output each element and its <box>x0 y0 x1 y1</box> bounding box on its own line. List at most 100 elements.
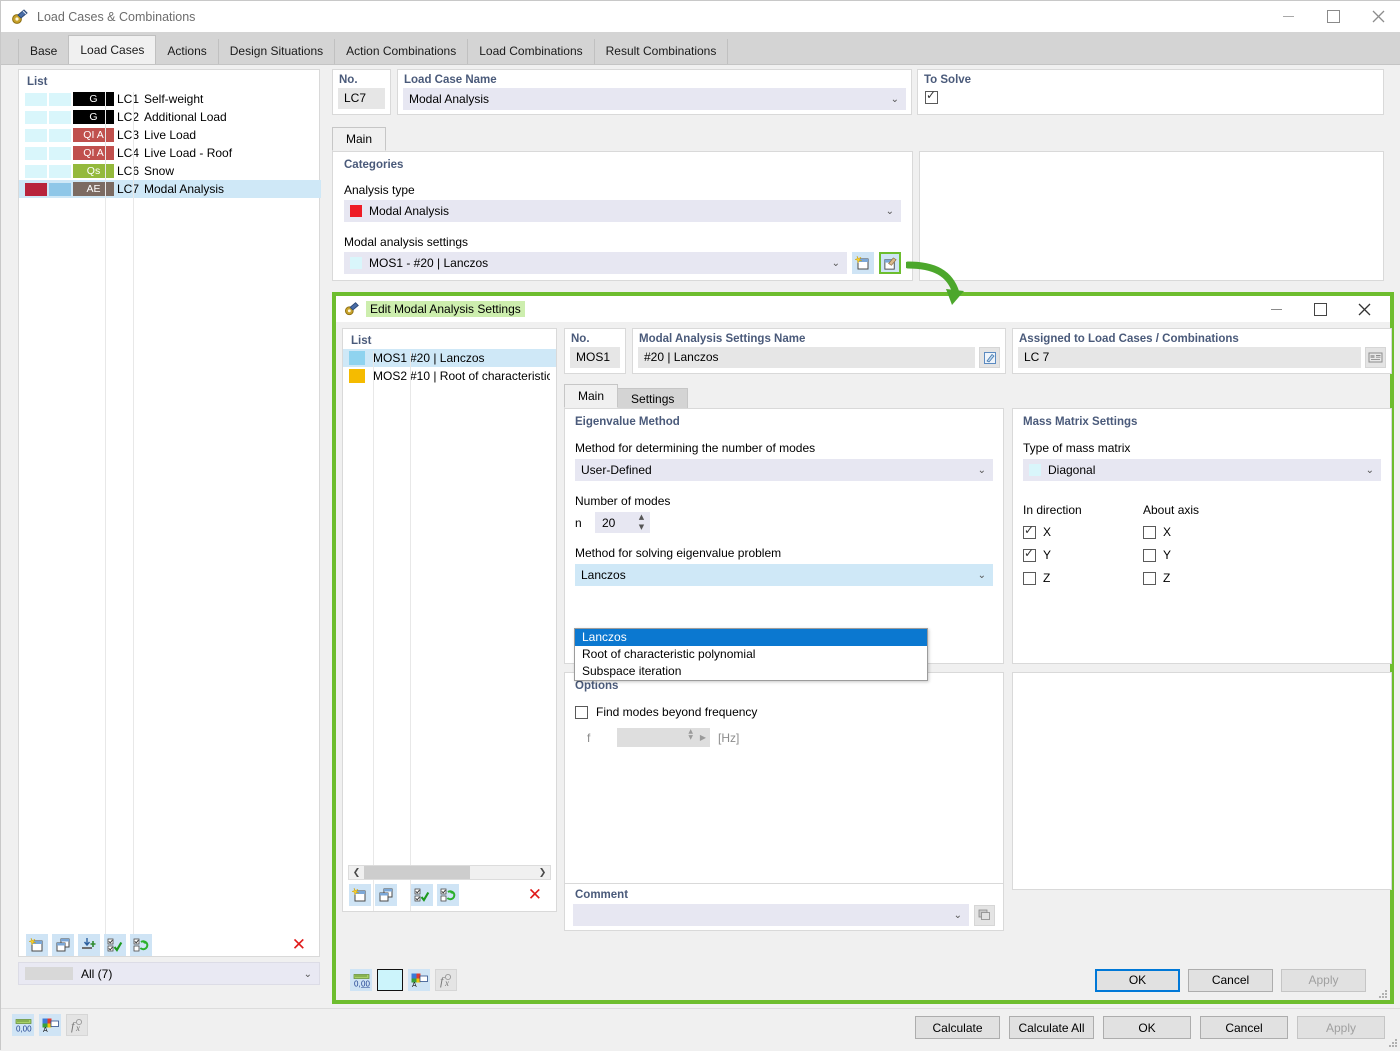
horizontal-scrollbar[interactable]: ❮ ❯ <box>348 865 551 880</box>
new-settings-icon[interactable] <box>852 252 874 274</box>
stepper-arrows[interactable]: ▲▼ <box>637 514 646 531</box>
method-modes-combo[interactable]: User-Defined ⌄ <box>575 459 993 481</box>
table-row[interactable]: G LC1 Self-weight <box>25 90 319 108</box>
render-icon[interactable]: A <box>408 969 430 991</box>
scrollbar-track[interactable] <box>364 866 535 879</box>
ok-button[interactable]: OK <box>1095 969 1180 992</box>
dropdown-option-lanczos[interactable]: Lanczos <box>575 629 927 646</box>
solve-method-dropdown-list[interactable]: Lanczos Root of characteristic polynomia… <box>574 628 928 681</box>
dialog-preview-panel <box>1012 672 1392 890</box>
in-direction-z-checkbox[interactable] <box>1023 572 1036 585</box>
chevron-down-icon: ⌄ <box>886 200 894 222</box>
load-case-name-input[interactable]: Modal Analysis ⌄ <box>403 88 906 110</box>
ok-button[interactable]: OK <box>1103 1016 1191 1039</box>
filter-value: All (7) <box>81 967 112 981</box>
check-all-icon[interactable] <box>104 934 126 956</box>
comment-library-icon[interactable] <box>974 905 995 926</box>
tab-settings[interactable]: Settings <box>617 388 688 408</box>
tab-main[interactable]: Main <box>332 127 386 151</box>
formula-icon[interactable]: f x <box>435 969 457 991</box>
tab-load-cases[interactable]: Load Cases <box>68 35 156 64</box>
svg-text:0,00: 0,00 <box>16 1024 32 1033</box>
type-of-mass-matrix-combo[interactable]: Diagonal ⌄ <box>1023 459 1381 481</box>
dialog-minimize-button[interactable] <box>1254 296 1298 322</box>
refresh-icon[interactable] <box>130 934 152 956</box>
window-resize-handle[interactable] <box>1387 1037 1397 1047</box>
cancel-button[interactable]: Cancel <box>1188 969 1273 992</box>
about-axis-z-checkbox[interactable] <box>1143 572 1156 585</box>
main-window-title: Load Cases & Combinations <box>37 10 195 24</box>
mos-no-label: No. <box>571 333 625 345</box>
dropdown-option-root-polynomial[interactable]: Root of characteristic polynomial <box>575 646 927 663</box>
dialog-maximize-button[interactable] <box>1298 296 1342 322</box>
scrollbar-thumb[interactable] <box>364 866 470 879</box>
list-item-selected[interactable]: MOS1 #20 | Lanczos <box>343 349 556 367</box>
edit-settings-icon[interactable] <box>879 252 901 274</box>
modal-settings-combo[interactable]: MOS1 - #20 | Lanczos ⌄ <box>344 252 847 274</box>
about-axis-label: About axis <box>1143 503 1199 517</box>
list-filter-combo[interactable]: All (7) ⌄ <box>18 962 320 985</box>
delete-icon[interactable]: ✕ <box>292 937 306 954</box>
load-case-rows: G LC1 Self-weight G LC2 Additional Load … <box>19 90 319 198</box>
list-item[interactable]: MOS2 #10 | Root of characteristic p <box>343 367 556 385</box>
calculate-all-button[interactable]: Calculate All <box>1009 1016 1094 1039</box>
minimize-button[interactable] <box>1266 1 1311 32</box>
new-icon[interactable] <box>26 934 48 956</box>
green-arrow-annotation <box>906 259 968 307</box>
scroll-right-icon[interactable]: ❯ <box>535 868 550 878</box>
calculate-button[interactable]: Calculate <box>915 1016 1000 1039</box>
in-direction-y-checkbox[interactable] <box>1023 549 1036 562</box>
close-icon[interactable] <box>1356 1 1400 32</box>
row-color-swatch-2 <box>49 93 71 106</box>
delete-icon[interactable]: ✕ <box>528 887 542 904</box>
about-axis-y-checkbox[interactable] <box>1143 549 1156 562</box>
category-badge: QI A <box>73 128 114 142</box>
table-row-selected[interactable]: AE LC7 Modal Analysis <box>19 180 321 198</box>
formula-icon[interactable]: f x <box>66 1014 88 1036</box>
rename-icon[interactable] <box>979 347 1000 368</box>
units-icon[interactable]: 0,00 <box>12 1014 34 1036</box>
modal-settings-value: MOS1 - #20 | Lanczos <box>369 256 488 270</box>
tab-actions[interactable]: Actions <box>155 39 218 64</box>
copy-icon[interactable] <box>52 934 74 956</box>
new-icon[interactable] <box>349 884 371 906</box>
tab-result-combinations[interactable]: Result Combinations <box>594 39 729 64</box>
table-row[interactable]: QI A LC3 Live Load <box>25 126 319 144</box>
comment-input[interactable]: ⌄ <box>573 904 969 926</box>
tab-load-combinations[interactable]: Load Combinations <box>467 39 594 64</box>
check-all-icon[interactable] <box>411 884 433 906</box>
solve-method-combo[interactable]: Lanczos ⌄ <box>575 564 993 586</box>
refresh-icon[interactable] <box>437 884 459 906</box>
tab-main[interactable]: Main <box>564 384 618 408</box>
table-row[interactable]: QI A LC4 Live Load - Roof <box>25 144 319 162</box>
type-of-mass-matrix-value: Diagonal <box>1048 463 1095 477</box>
scroll-left-icon[interactable]: ❮ <box>349 868 364 878</box>
assigned-value[interactable]: LC 7 <box>1018 347 1361 368</box>
select-objects-icon[interactable] <box>1365 347 1386 368</box>
units-icon[interactable]: 0, 00 <box>350 969 372 991</box>
about-axis-z-label: Z <box>1163 571 1170 585</box>
cancel-button[interactable]: Cancel <box>1200 1016 1288 1039</box>
mass-matrix-label: Mass Matrix Settings <box>1023 416 1391 428</box>
tab-action-combinations[interactable]: Action Combinations <box>334 39 468 64</box>
copy-icon[interactable] <box>375 884 397 906</box>
about-axis-x-checkbox[interactable] <box>1143 526 1156 539</box>
table-row[interactable]: Qs LC6 Snow <box>25 162 319 180</box>
dialog-resize-handle[interactable] <box>1377 988 1387 998</box>
category-badge: QI A <box>73 146 114 160</box>
dialog-close-icon[interactable] <box>1342 296 1386 322</box>
find-modes-checkbox[interactable] <box>575 706 588 719</box>
table-row[interactable]: G LC2 Additional Load <box>25 108 319 126</box>
in-direction-x-checkbox[interactable] <box>1023 526 1036 539</box>
maximize-button[interactable] <box>1311 1 1356 32</box>
number-of-modes-stepper[interactable]: 20 ▲▼ <box>595 512 650 533</box>
color-swatch-icon[interactable] <box>377 969 403 991</box>
tab-base[interactable]: Base <box>18 39 69 64</box>
mos-name-input[interactable]: #20 | Lanczos <box>638 347 975 368</box>
dropdown-option-subspace[interactable]: Subspace iteration <box>575 663 927 680</box>
analysis-type-combo[interactable]: Modal Analysis ⌄ <box>344 200 901 222</box>
import-icon[interactable] <box>78 934 100 956</box>
to-solve-checkbox[interactable] <box>925 91 938 104</box>
render-icon[interactable]: A <box>39 1014 61 1036</box>
tab-design-situations[interactable]: Design Situations <box>218 39 335 64</box>
